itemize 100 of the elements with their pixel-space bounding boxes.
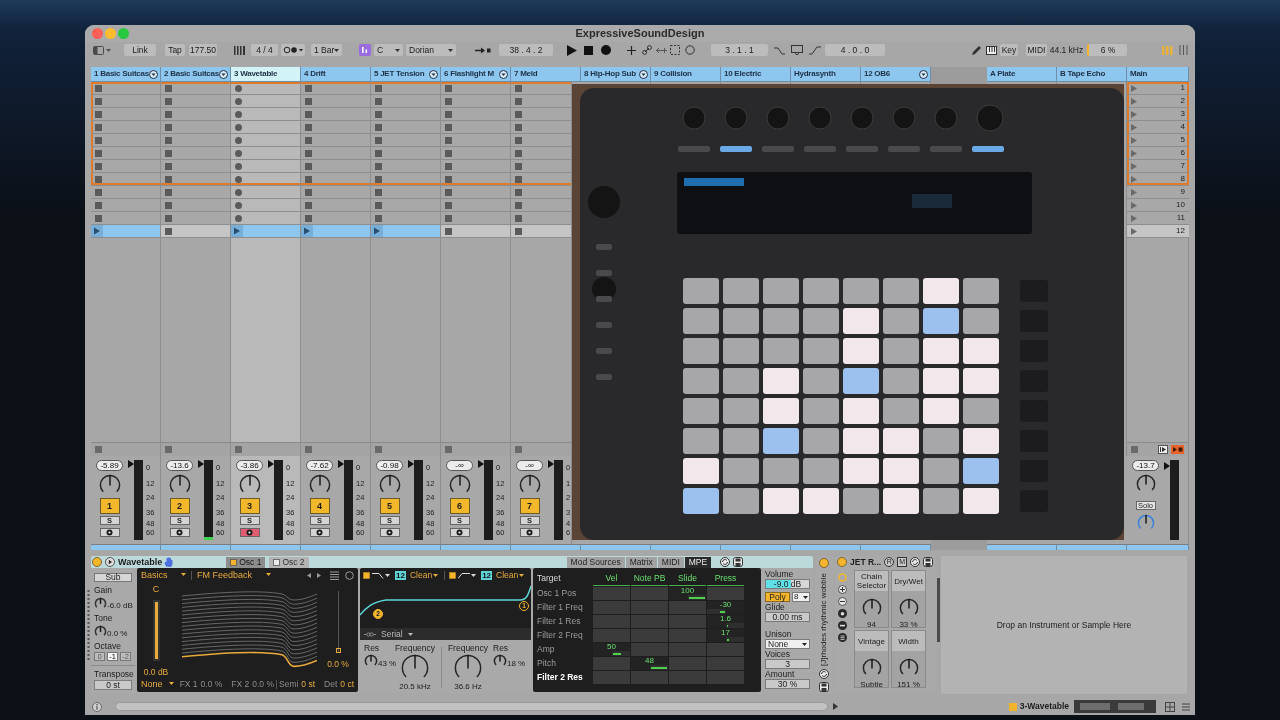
clip-slot[interactable]	[441, 108, 511, 121]
stop-icon[interactable]	[584, 45, 593, 55]
track-header[interactable]: 6 Flashlight M	[441, 67, 511, 82]
poly-button[interactable]: Poly	[765, 592, 790, 602]
caret-icon[interactable]	[519, 573, 525, 577]
scene-launch-slot[interactable]: 6	[1127, 147, 1189, 160]
matrix-cell[interactable]	[593, 657, 630, 670]
scale-mode-dropdown[interactable]: Dorian	[406, 44, 456, 56]
loop-length-field[interactable]: 4 . 0 . 0	[825, 44, 885, 56]
caret-icon[interactable]	[181, 573, 186, 577]
list-icon[interactable]	[837, 633, 847, 642]
dropdown-icon[interactable]	[149, 69, 158, 79]
circle-icon[interactable]	[345, 570, 354, 580]
sub-toggle-button[interactable]: Sub	[94, 573, 132, 582]
clip-slot[interactable]	[161, 121, 231, 134]
track-header[interactable]: 8 Hip-Hop Sub	[581, 67, 651, 82]
midi-map-button[interactable]: MIDI	[1026, 44, 1047, 56]
matrix-cell[interactable]	[631, 643, 668, 656]
clip-slot[interactable]	[91, 134, 161, 147]
wavetable-category-dropdown[interactable]: Basics	[141, 569, 186, 581]
left-arrow-icon[interactable]	[307, 572, 311, 578]
plus-icon[interactable]	[837, 585, 847, 594]
track-header[interactable]: 3 Wavetable	[231, 67, 301, 82]
save-icon[interactable]	[819, 681, 829, 692]
minus-circle-icon[interactable]	[837, 621, 847, 630]
caret-icon[interactable]	[433, 573, 439, 577]
clip-slot[interactable]	[371, 82, 441, 95]
tap-tempo-button[interactable]: Tap	[165, 44, 185, 56]
record-icon[interactable]	[601, 45, 611, 55]
volume-field[interactable]: -9.0 dB	[765, 579, 810, 589]
track-header[interactable]: 9 Collision	[651, 67, 721, 82]
clip-slot[interactable]	[511, 225, 572, 238]
clip-stop-icon[interactable]	[305, 446, 312, 453]
link-button[interactable]: Link	[124, 44, 156, 56]
power-icon[interactable]	[837, 557, 847, 567]
lines-icon[interactable]	[1178, 44, 1189, 56]
clip-slot[interactable]	[371, 108, 441, 121]
clip-stop-icon[interactable]	[235, 446, 242, 453]
scene-launch-slot[interactable]: 8	[1127, 173, 1189, 186]
clip-slot[interactable]	[91, 108, 161, 121]
arm-button[interactable]	[99, 528, 120, 537]
track-activator-button[interactable]: 7	[519, 498, 540, 514]
arm-button[interactable]	[449, 528, 470, 537]
volume-readout[interactable]: -∞	[516, 460, 543, 471]
drop-zone[interactable]: Drop an Instrument or Sample Here	[941, 556, 1187, 694]
target-label[interactable]: Pitch	[537, 657, 592, 670]
track-activator-button[interactable]: 4	[309, 498, 330, 514]
clip-slot[interactable]	[301, 186, 371, 199]
filter-shape-icon[interactable]	[458, 571, 471, 579]
gain-knob[interactable]	[94, 597, 107, 610]
scene-launch-slot[interactable]: 10	[1127, 199, 1189, 212]
link-icon[interactable]	[642, 45, 652, 55]
clip-slot[interactable]	[231, 186, 301, 199]
matrix-cell[interactable]: 17	[707, 629, 744, 642]
volume-fader[interactable]	[338, 460, 353, 540]
clip-slot[interactable]	[231, 147, 301, 160]
clip-slot[interactable]	[441, 173, 511, 186]
track-header[interactable]: 7 Meld	[511, 67, 581, 82]
clip-slot[interactable]	[161, 212, 231, 225]
volume-fader[interactable]	[478, 460, 493, 540]
lines-icon[interactable]	[1181, 701, 1191, 712]
clip-slot[interactable]	[91, 199, 161, 212]
target-label[interactable]: Filter 2 Freq	[537, 629, 592, 642]
clip-slot[interactable]	[371, 121, 441, 134]
matrix-cell[interactable]	[593, 671, 630, 684]
dropdown-icon[interactable]	[639, 69, 648, 79]
scene-launch-slot[interactable]: 2	[1127, 95, 1189, 108]
caret-icon[interactable]	[407, 632, 413, 636]
slope-button[interactable]: 12	[481, 570, 493, 580]
power-icon[interactable]	[819, 558, 829, 568]
clip-slot[interactable]	[371, 147, 441, 160]
caret-icon[interactable]	[266, 573, 271, 577]
bars-icon[interactable]	[234, 45, 245, 55]
arrangement-position-field[interactable]: 38 . 4 . 2	[499, 44, 553, 56]
matrix-cell[interactable]	[707, 671, 744, 684]
clip-slot[interactable]	[231, 82, 301, 95]
arm-button[interactable]	[379, 528, 400, 537]
filter-shape-icon[interactable]	[372, 571, 384, 579]
scene-launch-slot[interactable]: 12	[1127, 225, 1189, 238]
matrix-cell[interactable]	[593, 601, 630, 614]
clip-slot[interactable]	[441, 134, 511, 147]
clip-slot[interactable]	[231, 108, 301, 121]
grip-icon[interactable]	[87, 590, 90, 660]
clip-slot[interactable]	[301, 134, 371, 147]
clip-slot[interactable]	[441, 147, 511, 160]
position-slider[interactable]	[335, 591, 341, 653]
pencil-icon[interactable]	[971, 44, 982, 56]
clip-slot[interactable]	[231, 134, 301, 147]
step-curve-icon[interactable]	[774, 45, 785, 55]
arrow-plus-icon[interactable]	[656, 45, 667, 55]
clip-slot[interactable]	[301, 121, 371, 134]
matrix-cell[interactable]	[631, 671, 668, 684]
matrix-cell[interactable]	[669, 657, 706, 670]
volume-readout[interactable]: -7.62	[306, 460, 333, 471]
target-label[interactable]: Filter 1 Freq	[537, 601, 592, 614]
clip-slot[interactable]	[231, 121, 301, 134]
voice-count-dropdown[interactable]: 8	[792, 592, 810, 602]
clip-stop-icon[interactable]	[95, 446, 102, 453]
volume-fader[interactable]	[548, 460, 563, 540]
track-header[interactable]: 4 Drift	[301, 67, 371, 82]
